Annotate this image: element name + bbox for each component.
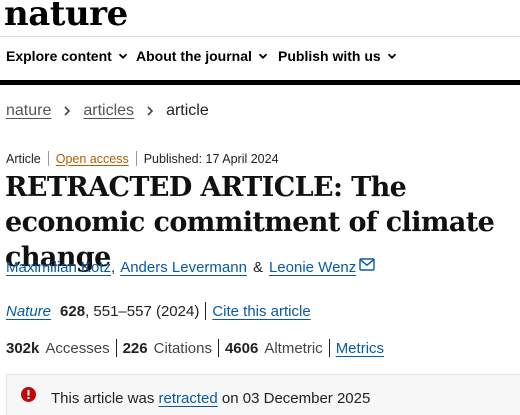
main-nav: Explore content About the journal Publis… xyxy=(0,48,520,72)
nav-item-label: Publish with us xyxy=(278,48,381,64)
accesses-count: 302k xyxy=(6,339,40,357)
breadcrumb-articles[interactable]: articles xyxy=(83,102,134,120)
retraction-suffix: on 03 December 2025 xyxy=(221,390,371,407)
author-link[interactable]: Maximilian Kotz xyxy=(6,259,111,276)
author-conjunction: & xyxy=(252,259,263,276)
breadcrumb-nature[interactable]: nature xyxy=(6,102,51,120)
envelope-icon[interactable] xyxy=(359,258,375,271)
altmetric-score: 4606 xyxy=(224,339,259,357)
nav-about-journal[interactable]: About the journal xyxy=(136,48,268,64)
cite-this-article-link[interactable]: Cite this article xyxy=(212,303,310,320)
article-meta: Article Open access Published: 17 April … xyxy=(6,151,279,166)
metrics-divider xyxy=(328,339,330,357)
chevron-down-icon xyxy=(387,53,396,59)
article-metrics: 302k Accesses 226 Citations 4606 Altmetr… xyxy=(6,339,384,357)
breadcrumb-current: article xyxy=(166,102,209,119)
published-date: Published: 17 April 2024 xyxy=(143,151,279,166)
retraction-prefix: This article was xyxy=(51,390,155,407)
open-access-link[interactable]: Open access xyxy=(56,152,129,166)
meta-divider xyxy=(135,151,137,166)
author-separator: , xyxy=(111,259,116,276)
site-logo[interactable]: nature xyxy=(4,0,128,34)
journal-volume: 628 xyxy=(60,302,86,320)
author-link[interactable]: Leonie Wenz xyxy=(269,259,356,276)
nav-rule xyxy=(0,80,520,85)
chevron-right-icon xyxy=(147,106,154,116)
chevron-down-icon xyxy=(118,53,127,59)
citation-line: Nature 628 , 551–557 (2024) Cite this ar… xyxy=(6,302,311,320)
nav-explore-content[interactable]: Explore content xyxy=(6,48,128,64)
altmetric-label: Altmetric xyxy=(264,339,323,357)
citation-divider xyxy=(205,302,207,320)
alert-icon xyxy=(21,387,36,402)
author-link[interactable]: Anders Levermann xyxy=(120,259,247,276)
author-list: Maximilian Kotz , Anders Levermann & Leo… xyxy=(6,258,375,276)
metrics-divider xyxy=(115,339,117,357)
chevron-right-icon xyxy=(64,106,71,116)
retraction-text: This article was retracted on 03 Decembe… xyxy=(51,390,370,407)
nav-item-label: Explore content xyxy=(6,48,112,64)
metrics-link[interactable]: Metrics xyxy=(336,340,384,357)
chevron-down-icon xyxy=(258,53,268,59)
citations-label: Citations xyxy=(153,339,212,357)
metrics-divider xyxy=(217,339,219,357)
accesses-label: Accesses xyxy=(45,339,110,357)
retraction-notice: This article was retracted on 03 Decembe… xyxy=(6,374,520,415)
journal-name-link[interactable]: Nature xyxy=(6,303,51,320)
nav-item-label: About the journal xyxy=(136,48,252,64)
retracted-link[interactable]: retracted xyxy=(159,390,218,407)
article-type: Article xyxy=(6,151,41,166)
citations-count: 226 xyxy=(122,339,148,357)
breadcrumb: nature articles article xyxy=(6,102,209,120)
nav-publish-with-us[interactable]: Publish with us xyxy=(278,48,397,64)
header-divider xyxy=(0,36,520,37)
journal-pages-year: , 551–557 (2024) xyxy=(85,302,200,320)
meta-divider xyxy=(47,151,49,166)
